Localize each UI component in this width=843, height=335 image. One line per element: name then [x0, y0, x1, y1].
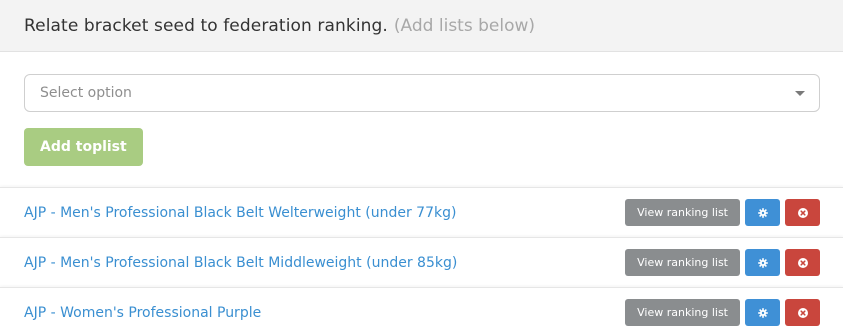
- remove-button[interactable]: [785, 299, 820, 326]
- close-circle-icon: [797, 257, 808, 268]
- panel-title-hint: (Add lists below): [393, 15, 536, 36]
- settings-button[interactable]: [745, 199, 780, 226]
- view-ranking-list-button[interactable]: View ranking list: [625, 299, 740, 326]
- row-actions: View ranking list: [625, 199, 820, 226]
- ranking-list-link[interactable]: AJP - Men's Professional Black Belt Midd…: [24, 255, 457, 271]
- list-item: AJP - Men's Professional Black Belt Midd…: [0, 237, 843, 287]
- remove-button[interactable]: [785, 199, 820, 226]
- view-ranking-list-button[interactable]: View ranking list: [625, 249, 740, 276]
- chevron-down-icon: [795, 90, 805, 96]
- close-circle-icon: [797, 207, 808, 218]
- gear-icon: [757, 307, 768, 318]
- view-ranking-list-button[interactable]: View ranking list: [625, 199, 740, 226]
- row-actions: View ranking list: [625, 299, 820, 326]
- row-actions: View ranking list: [625, 249, 820, 276]
- toplist-panel: Relate bracket seed to federation rankin…: [0, 0, 843, 335]
- settings-button[interactable]: [745, 249, 780, 276]
- select-placeholder: Select option: [40, 85, 132, 101]
- ranking-list-link[interactable]: AJP - Men's Professional Black Belt Welt…: [24, 205, 456, 221]
- remove-button[interactable]: [785, 249, 820, 276]
- list-item: AJP - Men's Professional Black Belt Welt…: [0, 187, 843, 237]
- toplist-list: AJP - Men's Professional Black Belt Welt…: [0, 187, 843, 335]
- toplist-controls: Select option Add toplist: [0, 52, 843, 187]
- list-item: AJP - Women's Professional Purple View r…: [0, 287, 843, 335]
- gear-icon: [757, 257, 768, 268]
- toplist-select[interactable]: Select option: [24, 74, 820, 112]
- gear-icon: [757, 207, 768, 218]
- settings-button[interactable]: [745, 299, 780, 326]
- panel-header: Relate bracket seed to federation rankin…: [0, 0, 843, 52]
- ranking-list-link[interactable]: AJP - Women's Professional Purple: [24, 305, 261, 321]
- panel-title: Relate bracket seed to federation rankin…: [24, 15, 388, 36]
- close-circle-icon: [797, 307, 808, 318]
- add-toplist-button[interactable]: Add toplist: [24, 128, 143, 166]
